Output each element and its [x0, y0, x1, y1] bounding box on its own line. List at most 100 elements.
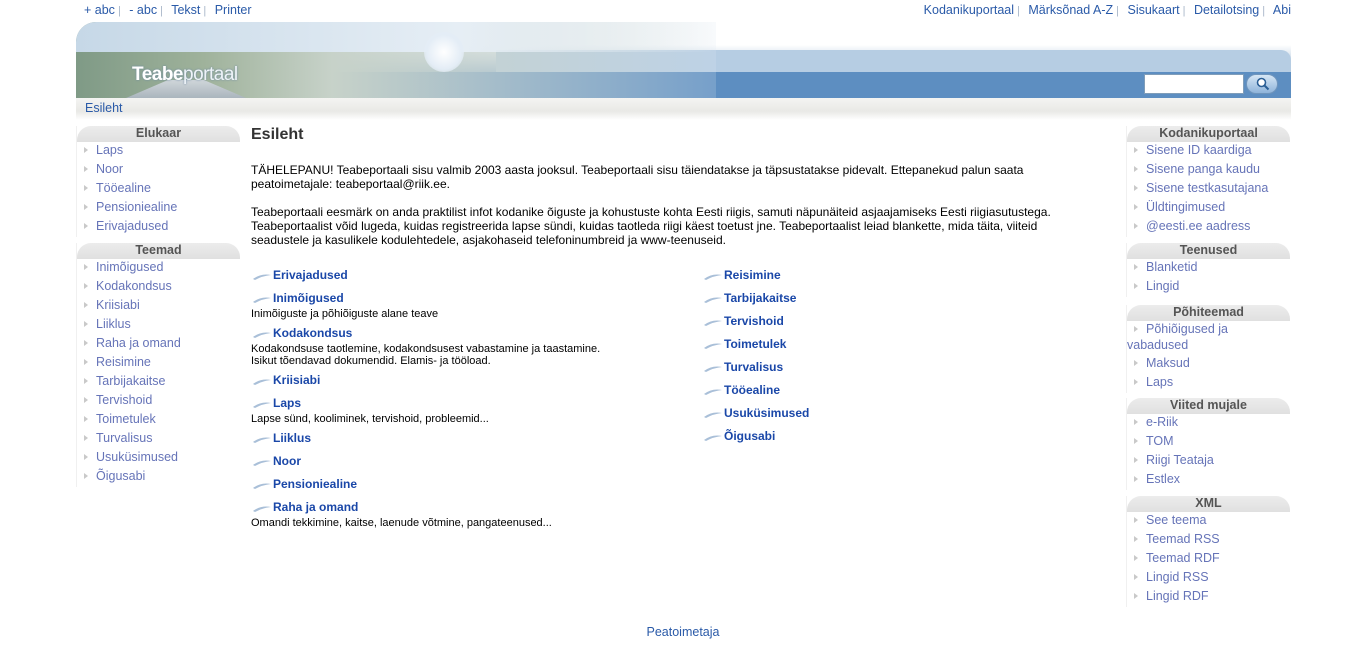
topic-link[interactable]: Usuküsimused	[724, 406, 809, 420]
kodanikuportaal-link[interactable]: Kodanikuportaal	[924, 3, 1014, 17]
sidebar-item-label[interactable]: @eesti.ee aadress	[1146, 219, 1250, 233]
sidebar-item-label[interactable]: Sisene ID kaardiga	[1146, 143, 1252, 157]
topic-item[interactable]: Liiklus	[251, 431, 631, 448]
decrease-text-link[interactable]: - abc	[129, 3, 157, 17]
sidebar-item-test-login[interactable]: Sisene testkasutajana	[1127, 180, 1290, 199]
sidebar-item-lingid[interactable]: Lingid	[1127, 278, 1290, 297]
sidebar-item-kodakondsus[interactable]: Kodakondsus	[77, 278, 240, 297]
sidebar-item-label[interactable]: Blanketid	[1146, 260, 1197, 274]
sidebar-item-estlex[interactable]: Estlex	[1127, 471, 1290, 490]
sidebar-item-maksud[interactable]: Maksud	[1127, 355, 1290, 374]
sidebar-item-lingid-rdf[interactable]: Lingid RDF	[1127, 588, 1290, 607]
sidebar-item-label[interactable]: Üldtingimused	[1146, 200, 1225, 214]
topic-link[interactable]: Erivajadused	[273, 268, 348, 282]
topic-link[interactable]: Õigusabi	[724, 429, 775, 443]
sidebar-item-label[interactable]: Tarbijakaitse	[96, 374, 165, 388]
sidebar-item-label[interactable]: Estlex	[1146, 472, 1180, 486]
sidebar-item-toimetulek[interactable]: Toimetulek	[77, 411, 240, 430]
sidebar-item-label[interactable]: Inimõigused	[96, 260, 163, 274]
sidebar-item-label[interactable]: Maksud	[1146, 356, 1190, 370]
search-input[interactable]	[1144, 74, 1244, 94]
sidebar-item-bank-login[interactable]: Sisene panga kaudu	[1127, 161, 1290, 180]
search-button[interactable]	[1246, 74, 1278, 94]
sidebar-item-label[interactable]: Teemad RSS	[1146, 532, 1220, 546]
increase-text-link[interactable]: + abc	[84, 3, 115, 17]
topic-item[interactable]: Reisimine	[702, 268, 1002, 285]
topic-item[interactable]: Tarbijakaitse	[702, 291, 1002, 308]
sidebar-item-label[interactable]: Erivajadused	[96, 219, 168, 233]
sidebar-item-kriisiabi[interactable]: Kriisiabi	[77, 297, 240, 316]
sidebar-item-see-teema[interactable]: See teema	[1127, 512, 1290, 531]
topic-item[interactable]: Raha ja omand	[251, 500, 631, 517]
topic-link[interactable]: Reisimine	[724, 268, 781, 282]
detailed-search-link[interactable]: Detailotsing	[1194, 3, 1259, 17]
sidebar-item-label[interactable]: Turvalisus	[96, 431, 153, 445]
topic-link[interactable]: Inimõigused	[273, 291, 344, 305]
sidebar-item-label[interactable]: Sisene testkasutajana	[1146, 181, 1268, 195]
sidebar-item-tervishoid[interactable]: Tervishoid	[77, 392, 240, 411]
sidebar-item-turvalisus[interactable]: Turvalisus	[77, 430, 240, 449]
sidebar-item-pohioigused[interactable]: Põhiõigused ja vabadused	[1127, 321, 1290, 355]
topic-link[interactable]: Kodakondsus	[273, 326, 352, 340]
topic-item[interactable]: Laps	[251, 396, 631, 413]
sidebar-item-erivajadused[interactable]: Erivajadused	[77, 218, 240, 237]
sidebar-item-label[interactable]: See teema	[1146, 513, 1206, 527]
sidebar-item-email-address[interactable]: @eesti.ee aadress	[1127, 218, 1290, 237]
topic-item[interactable]: Kodakondsus	[251, 326, 631, 343]
sidebar-item-label[interactable]: Noor	[96, 162, 123, 176]
sidebar-item-oigusabi[interactable]: Õigusabi	[77, 468, 240, 487]
topic-item[interactable]: Erivajadused	[251, 268, 631, 285]
sidebar-item-label[interactable]: Kriisiabi	[96, 298, 140, 312]
sidebar-item-tom[interactable]: TOM	[1127, 433, 1290, 452]
topic-item[interactable]: Turvalisus	[702, 360, 1002, 377]
sidebar-item-label[interactable]: Õigusabi	[96, 469, 145, 483]
topic-link[interactable]: Tööealine	[724, 383, 780, 397]
sidebar-item-label[interactable]: TOM	[1146, 434, 1174, 448]
sidebar-item-label[interactable]: Sisene panga kaudu	[1146, 162, 1260, 176]
topic-item[interactable]: Kriisiabi	[251, 373, 631, 390]
sidebar-item-label[interactable]: Raha ja omand	[96, 336, 181, 350]
topic-link[interactable]: Noor	[273, 454, 301, 468]
sidebar-item-label[interactable]: Tervishoid	[96, 393, 152, 407]
topic-link[interactable]: Pensioniealine	[273, 477, 357, 491]
sidebar-item-pensioniealine[interactable]: Pensioniealine	[77, 199, 240, 218]
topic-item[interactable]: Usuküsimused	[702, 406, 1002, 423]
sidebar-item-label[interactable]: Teemad RDF	[1146, 551, 1220, 565]
sidebar-item-teemad-rdf[interactable]: Teemad RDF	[1127, 550, 1290, 569]
sidebar-item-tooealine[interactable]: Tööealine	[77, 180, 240, 199]
editor-in-chief-link[interactable]: Peatoimetaja	[647, 625, 720, 639]
topic-item[interactable]: Inimõigused	[251, 291, 631, 308]
topic-link[interactable]: Turvalisus	[724, 360, 783, 374]
sidebar-item-label[interactable]: Usuküsimused	[96, 450, 178, 464]
sidebar-item-laps[interactable]: Laps	[77, 142, 240, 161]
topic-item[interactable]: Tervishoid	[702, 314, 1002, 331]
sidebar-item-label[interactable]: Toimetulek	[96, 412, 156, 426]
sidebar-item-label[interactable]: Kodakondsus	[96, 279, 172, 293]
topic-item[interactable]: Õigusabi	[702, 429, 1002, 446]
topic-link[interactable]: Toimetulek	[724, 337, 786, 351]
sidebar-item-id-card-login[interactable]: Sisene ID kaardiga	[1127, 142, 1290, 161]
sitemap-link[interactable]: Sisukaart	[1127, 3, 1179, 17]
topic-link[interactable]: Raha ja omand	[273, 500, 358, 514]
sidebar-item-raha-ja-omand[interactable]: Raha ja omand	[77, 335, 240, 354]
sidebar-item-e-riik[interactable]: e-Riik	[1127, 414, 1290, 433]
sidebar-item-label[interactable]: Reisimine	[96, 355, 151, 369]
sidebar-item-riigi-teataja[interactable]: Riigi Teataja	[1127, 452, 1290, 471]
sidebar-item-teemad-rss[interactable]: Teemad RSS	[1127, 531, 1290, 550]
sidebar-item-label[interactable]: Laps	[1146, 375, 1173, 389]
printer-link[interactable]: Printer	[215, 3, 252, 17]
sidebar-item-label[interactable]: Riigi Teataja	[1146, 453, 1214, 467]
sidebar-item-inimoigused[interactable]: Inimõigused	[77, 259, 240, 278]
sidebar-item-label[interactable]: Tööealine	[96, 181, 151, 195]
sidebar-item-lingid-rss[interactable]: Lingid RSS	[1127, 569, 1290, 588]
topic-link[interactable]: Tervishoid	[724, 314, 784, 328]
sidebar-item-label[interactable]: Liiklus	[96, 317, 131, 331]
sidebar-item-reisimine[interactable]: Reisimine	[77, 354, 240, 373]
topic-item[interactable]: Pensioniealine	[251, 477, 631, 494]
sidebar-item-label[interactable]: e-Riik	[1146, 415, 1178, 429]
sidebar-item-label[interactable]: Pensioniealine	[96, 200, 177, 214]
topic-link[interactable]: Laps	[273, 396, 301, 410]
keywords-link[interactable]: Märksõnad A-Z	[1028, 3, 1113, 17]
topic-item[interactable]: Toimetulek	[702, 337, 1002, 354]
topic-link[interactable]: Liiklus	[273, 431, 311, 445]
